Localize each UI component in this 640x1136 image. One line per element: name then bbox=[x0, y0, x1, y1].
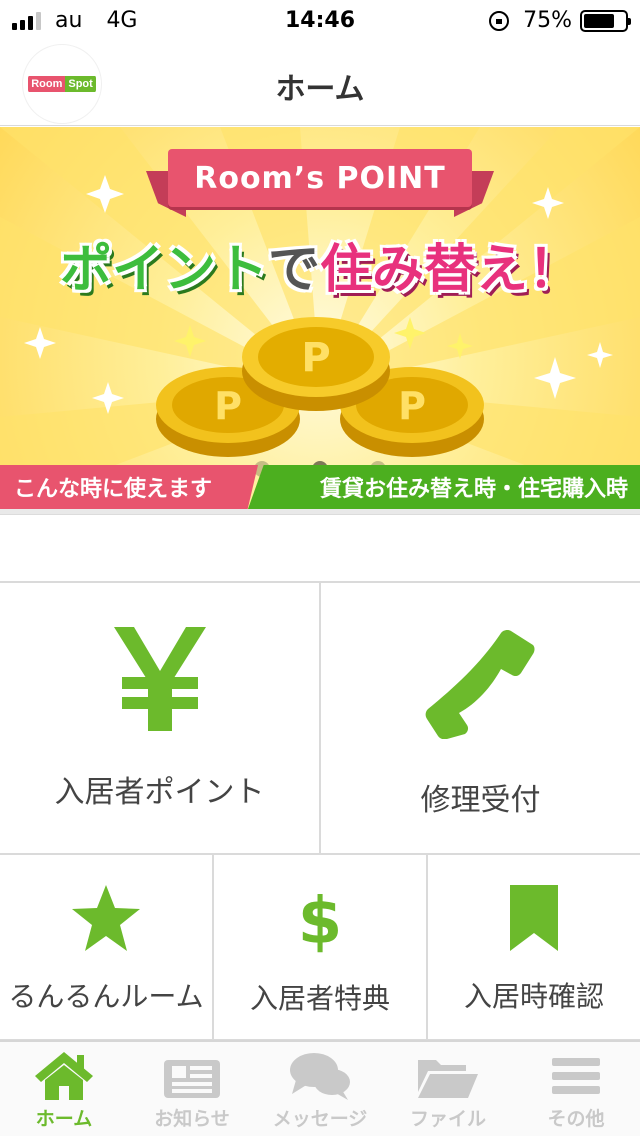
home-icon bbox=[35, 1052, 93, 1100]
tab-bar: ホーム お知らせ メッセージ ファイル その他 bbox=[0, 1040, 640, 1136]
dollar-icon: $ bbox=[298, 885, 342, 955]
menu-row-1: 入居者ポイント 修理受付 bbox=[0, 581, 640, 855]
tile-label: 修理受付 bbox=[420, 783, 541, 818]
tab-label: その他 bbox=[547, 1108, 605, 1130]
yen-icon bbox=[113, 627, 206, 731]
svg-text:P: P bbox=[214, 384, 242, 428]
coin-center: P bbox=[242, 317, 390, 411]
coins-illustration: P P P bbox=[156, 317, 484, 457]
banner-footer-left: こんな時に使えます bbox=[0, 465, 258, 509]
svg-text:$: $ bbox=[298, 885, 342, 955]
tile-resident-points[interactable]: 入居者ポイント bbox=[0, 583, 319, 853]
status-bar: au 4G 14:46 75% bbox=[0, 0, 640, 40]
tile-label: 入居者特典 bbox=[249, 982, 390, 1015]
svg-text:P: P bbox=[301, 335, 330, 381]
tile-label: 入居者ポイント bbox=[54, 775, 265, 810]
tab-label: メッセージ bbox=[272, 1108, 368, 1130]
tile-move-in-check[interactable]: 入居時確認 bbox=[426, 855, 640, 1039]
banner-divider bbox=[0, 509, 640, 515]
banner-footer: こんな時に使えます 賃貸お住み替え時・住宅購入時 bbox=[0, 465, 640, 509]
banner-footer-right: 賃貸お住み替え時・住宅購入時 bbox=[248, 465, 640, 509]
phone-icon bbox=[425, 629, 534, 739]
tile-label: 入居時確認 bbox=[463, 980, 604, 1013]
tab-files[interactable]: ファイル bbox=[384, 1042, 512, 1136]
tab-other[interactable]: その他 bbox=[512, 1042, 640, 1136]
tab-label: ファイル bbox=[409, 1108, 486, 1130]
star-icon bbox=[72, 885, 140, 951]
tile-repair-request[interactable]: 修理受付 bbox=[319, 583, 640, 853]
tab-messages[interactable]: メッセージ bbox=[256, 1042, 384, 1136]
tab-news[interactable]: お知らせ bbox=[128, 1042, 256, 1136]
promo-banner[interactable]: Room’s POINT ポイントで住み替え！ P P P こんな時に使えます … bbox=[0, 127, 640, 509]
folder-icon bbox=[418, 1060, 478, 1098]
tab-label: ホーム bbox=[35, 1108, 93, 1130]
status-right: 75% bbox=[489, 8, 631, 33]
battery-percent: 75% bbox=[523, 8, 572, 33]
svg-text:P: P bbox=[398, 384, 426, 428]
tab-home[interactable]: ホーム bbox=[0, 1042, 128, 1136]
news-icon bbox=[164, 1060, 220, 1098]
chat-icon bbox=[290, 1053, 350, 1100]
rotation-lock-icon bbox=[489, 10, 510, 31]
menu-row-2: るんるんルーム $ 入居者特典 入居時確認 bbox=[0, 855, 640, 1041]
tile-runrun-room[interactable]: るんるんルーム bbox=[0, 855, 212, 1039]
navigation-bar: Room Spot ホーム bbox=[0, 40, 640, 126]
battery-icon bbox=[580, 9, 631, 32]
tile-label: るんるんルーム bbox=[8, 980, 204, 1013]
page-title: ホーム bbox=[275, 72, 365, 107]
tab-label: お知らせ bbox=[154, 1108, 230, 1130]
tile-resident-benefits[interactable]: $ 入居者特典 bbox=[212, 855, 426, 1039]
bookmark-icon bbox=[510, 885, 558, 951]
menu-icon bbox=[552, 1058, 600, 1094]
